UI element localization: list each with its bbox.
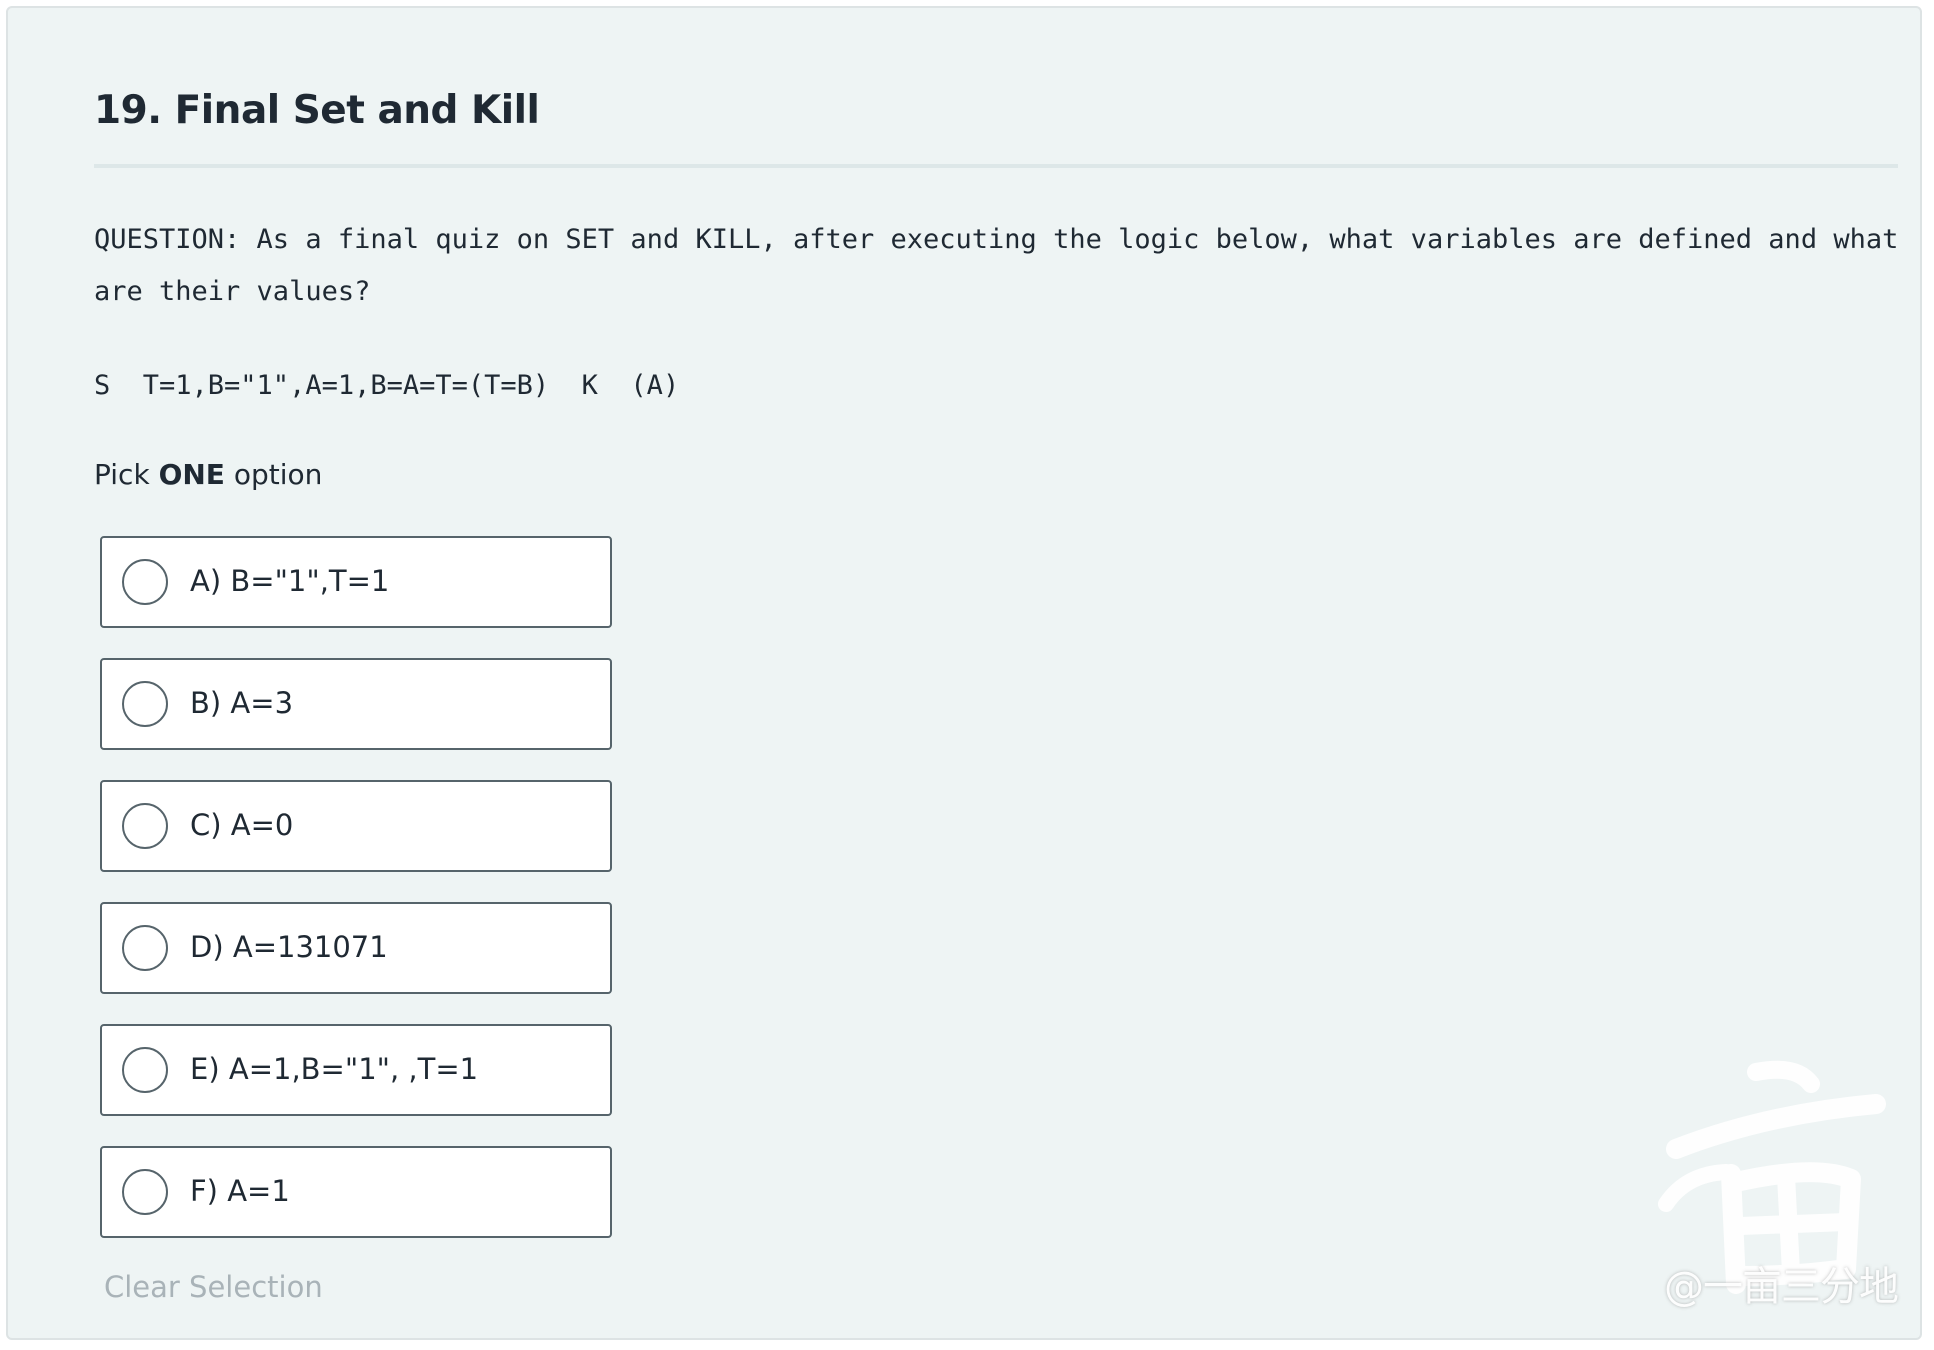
radio-icon[interactable]: [122, 925, 168, 971]
radio-icon[interactable]: [122, 803, 168, 849]
question-card: 19. Final Set and Kill QUESTION: As a fi…: [6, 6, 1922, 1340]
option-label: F) A=1: [190, 1174, 290, 1208]
radio-icon[interactable]: [122, 1047, 168, 1093]
option-c[interactable]: C) A=0: [100, 780, 612, 872]
radio-icon[interactable]: [122, 559, 168, 605]
radio-icon[interactable]: [122, 681, 168, 727]
option-label: C) A=0: [190, 808, 294, 842]
option-label: A) B="1",T=1: [190, 564, 390, 598]
option-b[interactable]: B) A=3: [100, 658, 612, 750]
code-snippet: S T=1,B="1",A=1,B=A=T=(T=B) K (A): [94, 370, 680, 401]
clear-selection-link[interactable]: Clear Selection: [104, 1270, 323, 1304]
question-title: 19. Final Set and Kill: [94, 88, 540, 133]
question-text: QUESTION: As a final quiz on SET and KIL…: [94, 224, 1899, 307]
pick-emphasis: ONE: [158, 458, 225, 491]
title-divider: [94, 164, 1898, 168]
pick-prefix: Pick: [94, 458, 159, 491]
options-list: A) B="1",T=1 B) A=3 C) A=0 D) A=131071 E…: [100, 536, 612, 1268]
pick-suffix: option: [224, 458, 323, 491]
watermark-text: @一亩三分地: [1664, 1264, 1899, 1310]
option-label: E) A=1,B="1", ,T=1: [190, 1052, 479, 1086]
pick-instructions: Pick ONE option: [94, 458, 322, 491]
option-a[interactable]: A) B="1",T=1: [100, 536, 612, 628]
option-d[interactable]: D) A=131071: [100, 902, 612, 994]
option-label: B) A=3: [190, 686, 294, 720]
option-label: D) A=131071: [190, 930, 388, 964]
option-f[interactable]: F) A=1: [100, 1146, 612, 1238]
option-e[interactable]: E) A=1,B="1", ,T=1: [100, 1024, 612, 1116]
radio-icon[interactable]: [122, 1169, 168, 1215]
